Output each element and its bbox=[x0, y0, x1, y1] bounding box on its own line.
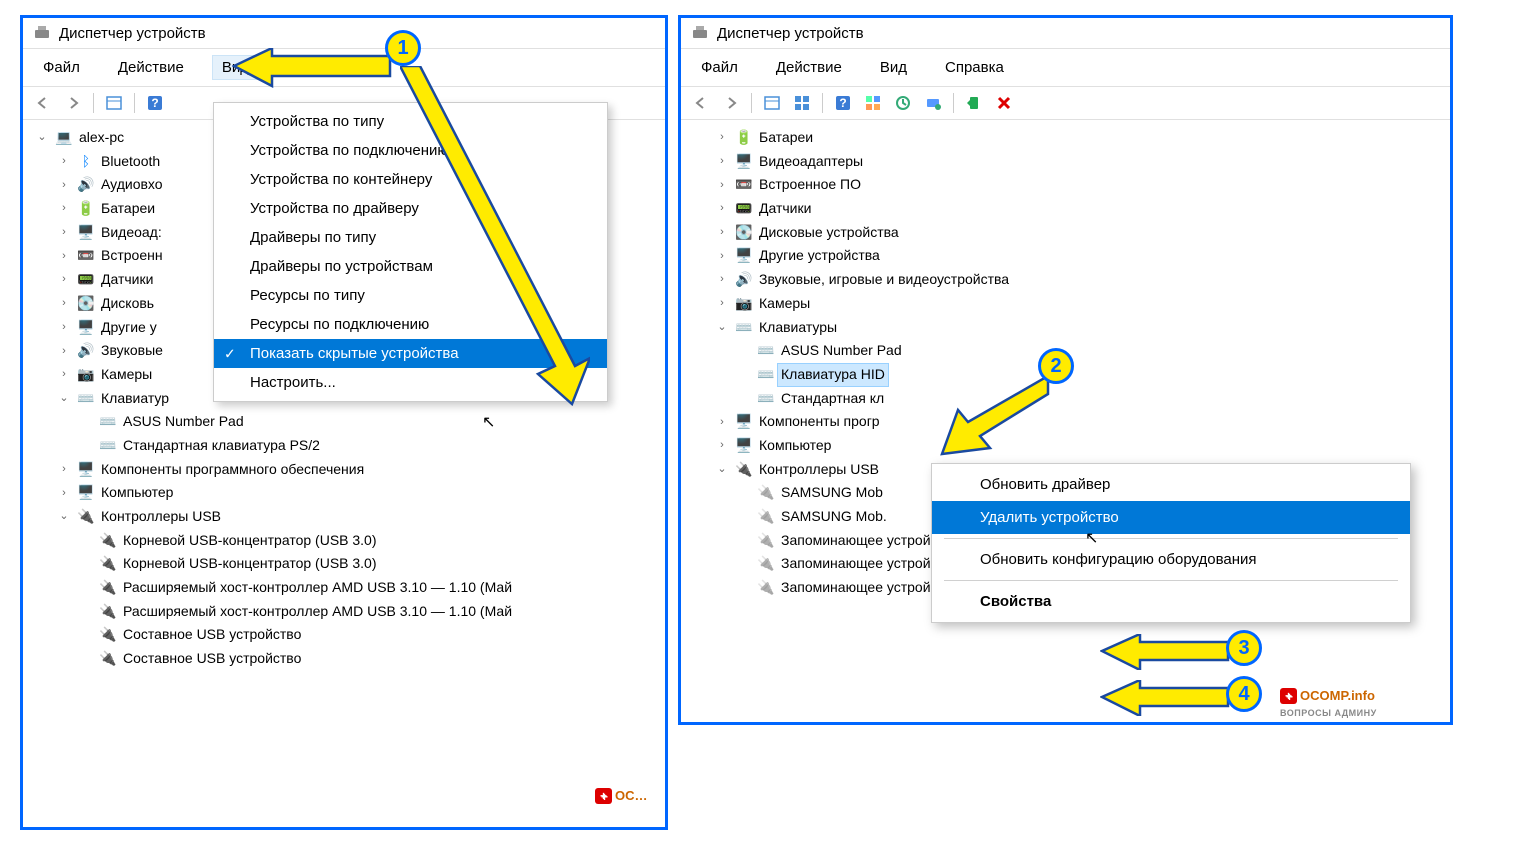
view-dropdown: Устройства по типу Устройства по подключ… bbox=[213, 102, 608, 402]
dd-resources-by-connection[interactable]: Ресурсы по подключению bbox=[214, 310, 607, 339]
check-icon: ✓ bbox=[224, 345, 236, 362]
cursor-icon: ↖ bbox=[482, 412, 495, 432]
tree-keyboards[interactable]: ⌄⌨️Клавиатуры bbox=[693, 316, 1438, 340]
tree-ps2-kbd[interactable]: ⌨️Стандартная клавиатура PS/2 bbox=[35, 434, 653, 458]
dd-devices-by-type[interactable]: Устройства по типу bbox=[214, 107, 607, 136]
dd-show-hidden[interactable]: ✓Показать скрытые устройства bbox=[214, 339, 607, 368]
devmgr-icon bbox=[33, 24, 51, 42]
dd-devices-by-driver[interactable]: Устройства по драйверу bbox=[214, 194, 607, 223]
ctx-uninstall[interactable]: Удалить устройство bbox=[932, 501, 1410, 534]
properties-icon[interactable] bbox=[102, 91, 126, 115]
enable-icon[interactable] bbox=[962, 91, 986, 115]
ctx-update-driver[interactable]: Обновить драйвер bbox=[932, 468, 1410, 501]
badge-3: 3 bbox=[1226, 630, 1262, 666]
tree-firmware[interactable]: ›📼Встроенное ПО bbox=[693, 173, 1438, 197]
watermark: +OCOMP.info ВОПРОСЫ АДМИНУ bbox=[1280, 688, 1377, 719]
svg-text:?: ? bbox=[839, 96, 846, 110]
tree-video[interactable]: ›🖥️Видеоадаптеры bbox=[693, 150, 1438, 174]
menu-file[interactable]: Файл bbox=[691, 55, 748, 80]
menu-action[interactable]: Действие bbox=[766, 55, 852, 80]
delete-icon[interactable] bbox=[992, 91, 1016, 115]
back-icon[interactable] bbox=[31, 91, 55, 115]
tree-usb-controllers[interactable]: ⌄🔌Контроллеры USB bbox=[35, 505, 653, 529]
dd-drivers-by-type[interactable]: Драйверы по типу bbox=[214, 223, 607, 252]
tree-computer[interactable]: ›🖥️Компьютер bbox=[35, 481, 653, 505]
window-title: Диспетчер устройств bbox=[59, 25, 206, 42]
tree-amd-host-1[interactable]: 🔌Расширяемый хост-контроллер AMD USB 3.1… bbox=[35, 576, 653, 600]
menu-action[interactable]: Действие bbox=[108, 55, 194, 80]
tree-usb-hub-2[interactable]: 🔌Корневой USB-концентратор (USB 3.0) bbox=[35, 552, 653, 576]
tree-sw-components[interactable]: ›🖥️Компоненты прогр bbox=[693, 410, 1438, 434]
badge-4: 4 bbox=[1226, 676, 1262, 712]
ctx-separator bbox=[944, 538, 1398, 539]
tree-computer[interactable]: ›🖥️Компьютер bbox=[693, 434, 1438, 458]
grid-icon[interactable] bbox=[790, 91, 814, 115]
tree-sound[interactable]: ›🔊Звуковые, игровые и видеоустройства bbox=[693, 268, 1438, 292]
dd-devices-by-connection[interactable]: Устройства по подключению bbox=[214, 136, 607, 165]
tree-usb-hub-1[interactable]: 🔌Корневой USB-концентратор (USB 3.0) bbox=[35, 529, 653, 553]
dd-customize[interactable]: Настроить... bbox=[214, 368, 607, 397]
tree-composite-2[interactable]: 🔌Составное USB устройство bbox=[35, 647, 653, 671]
cursor-icon: ↖ bbox=[1085, 528, 1098, 548]
menu-help[interactable]: Справка bbox=[935, 55, 1014, 80]
devmgr-icon bbox=[691, 24, 709, 42]
badge-1: 1 bbox=[385, 30, 421, 66]
dd-resources-by-type[interactable]: Ресурсы по типу bbox=[214, 281, 607, 310]
ctx-separator bbox=[944, 580, 1398, 581]
menu-file[interactable]: Файл bbox=[33, 55, 90, 80]
tiles-icon[interactable] bbox=[861, 91, 885, 115]
menu-bar: Файл Действие Вид Справка bbox=[23, 49, 665, 87]
badge-2: 2 bbox=[1038, 348, 1074, 384]
menu-help[interactable]: Справка bbox=[277, 55, 356, 80]
tree-amd-host-2[interactable]: 🔌Расширяемый хост-контроллер AMD USB 3.1… bbox=[35, 600, 653, 624]
forward-icon[interactable] bbox=[61, 91, 85, 115]
context-menu: Обновить драйвер Удалить устройство Обно… bbox=[931, 463, 1411, 623]
tree-batteries[interactable]: ›🔋Батареи bbox=[693, 126, 1438, 150]
title-bar: Диспетчер устройств bbox=[681, 18, 1450, 49]
ctx-properties[interactable]: Свойства bbox=[932, 585, 1410, 618]
menu-bar: Файл Действие Вид Справка bbox=[681, 49, 1450, 87]
back-icon[interactable] bbox=[689, 91, 713, 115]
tree-composite-1[interactable]: 🔌Составное USB устройство bbox=[35, 623, 653, 647]
toolbar: ? bbox=[681, 87, 1450, 120]
ctx-scan[interactable]: Обновить конфигурацию оборудования bbox=[932, 543, 1410, 576]
help-icon[interactable]: ? bbox=[143, 91, 167, 115]
help-icon[interactable]: ? bbox=[831, 91, 855, 115]
title-bar: Диспетчер устройств bbox=[23, 18, 665, 49]
tree-asus-pad[interactable]: ⌨️ASUS Number Pad bbox=[35, 410, 653, 434]
properties-icon[interactable] bbox=[760, 91, 784, 115]
svg-text:?: ? bbox=[151, 96, 158, 110]
tree-std-keyboard[interactable]: ⌨️Стандартная кл bbox=[693, 387, 1438, 411]
update-driver-icon[interactable] bbox=[891, 91, 915, 115]
watermark: +OC… bbox=[595, 788, 648, 804]
tree-other[interactable]: ›🖥️Другие устройства bbox=[693, 244, 1438, 268]
menu-view[interactable]: Вид bbox=[212, 55, 259, 80]
menu-view[interactable]: Вид bbox=[870, 55, 917, 80]
forward-icon[interactable] bbox=[719, 91, 743, 115]
tree-sw-components[interactable]: ›🖥️Компоненты программного обеспечения bbox=[35, 458, 653, 482]
dd-drivers-by-device[interactable]: Драйверы по устройствам bbox=[214, 252, 607, 281]
scan-icon[interactable] bbox=[921, 91, 945, 115]
window-title: Диспетчер устройств bbox=[717, 25, 864, 42]
left-panel: Диспетчер устройств Файл Действие Вид Сп… bbox=[20, 15, 668, 830]
tree-cameras[interactable]: ›📷Камеры bbox=[693, 292, 1438, 316]
dd-devices-by-container[interactable]: Устройства по контейнеру bbox=[214, 165, 607, 194]
tree-disk[interactable]: ›💽Дисковые устройства bbox=[693, 221, 1438, 245]
tree-sensors[interactable]: ›📟Датчики bbox=[693, 197, 1438, 221]
